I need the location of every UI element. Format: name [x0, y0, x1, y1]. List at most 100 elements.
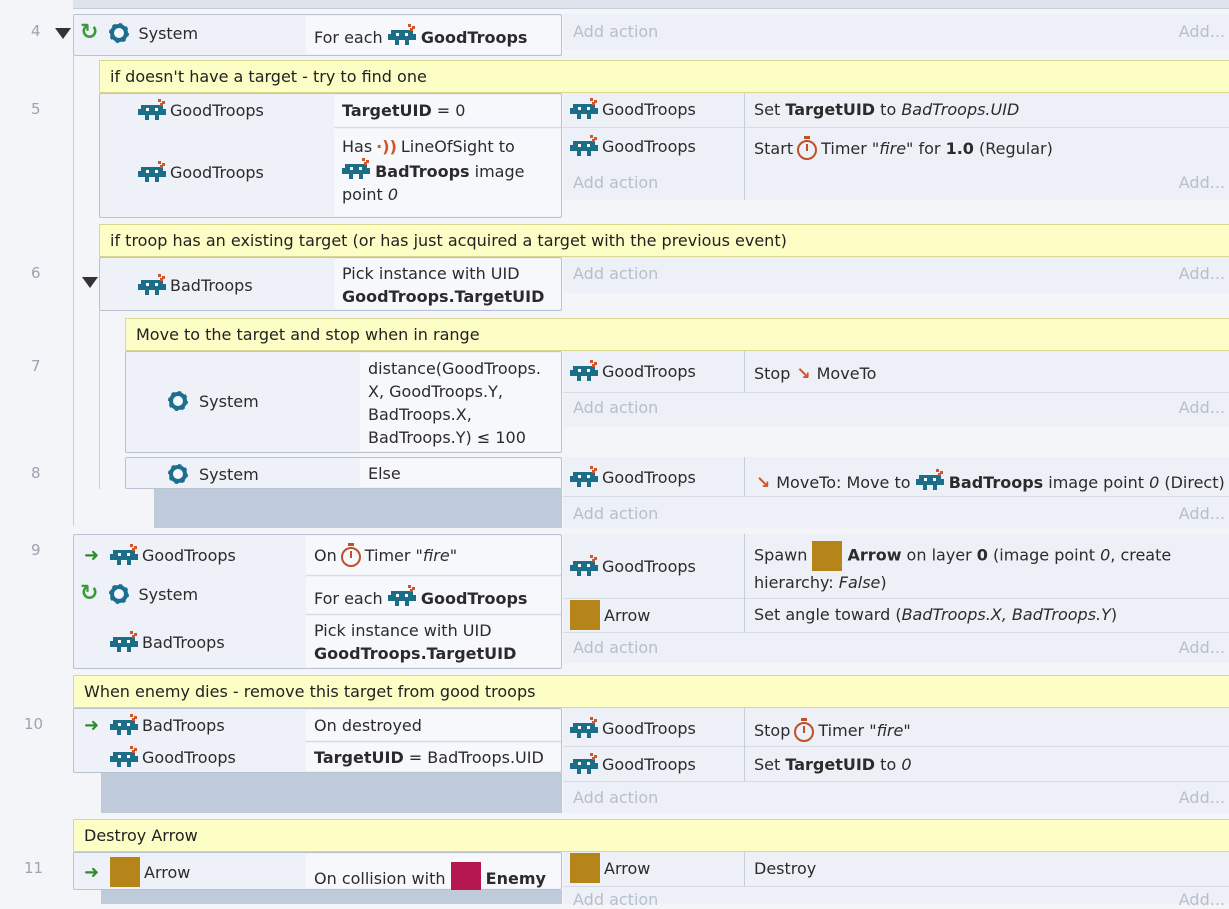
- system-label: System: [138, 23, 199, 43]
- action-text[interactable]: Stop ↘ MoveTo: [754, 363, 876, 385]
- condition-text[interactable]: TargetUID = 0: [334, 95, 561, 126]
- condition-text[interactable]: Pick instance with UID GoodTroops.TargetU…: [334, 259, 561, 309]
- condition-text[interactable]: For each GoodTroops: [306, 16, 561, 54]
- goodtroops-icon: [110, 746, 138, 767]
- badtroops-icon: [110, 714, 138, 735]
- add-action-link[interactable]: Add action: [573, 398, 658, 417]
- add-action-link[interactable]: Add action: [573, 22, 658, 41]
- divider: [306, 575, 561, 576]
- action-column-divider: [744, 457, 745, 496]
- action-object: GoodTroops: [570, 717, 696, 739]
- action-column-divider: [744, 93, 745, 200]
- comment[interactable]: Move to the target and stop when in rang…: [125, 318, 1229, 351]
- condition-text[interactable]: On destroyed: [306, 710, 561, 740]
- add-more-link[interactable]: Add...: [1179, 264, 1225, 283]
- timer-icon: [794, 717, 815, 742]
- comment[interactable]: if troop has an existing target (or has …: [99, 224, 1229, 257]
- condition-text[interactable]: Else: [360, 459, 561, 487]
- condition-text[interactable]: On collision with Enemy: [306, 854, 561, 892]
- action-object: GoodTroops: [570, 360, 696, 382]
- add-more-link[interactable]: Add...: [1179, 788, 1225, 807]
- divider: [306, 614, 561, 615]
- comment[interactable]: Destroy Arrow: [73, 819, 1229, 852]
- add-more-link[interactable]: Add...: [1179, 890, 1225, 909]
- add-more-link[interactable]: Add...: [1179, 22, 1225, 41]
- condition-object: BadTroops: [110, 631, 225, 653]
- add-more-link[interactable]: Add...: [1179, 638, 1225, 657]
- condition-text[interactable]: Has ·)) LineOfSight to BadTroops image poi…: [334, 129, 561, 216]
- moveto-icon: ↘: [756, 473, 771, 493]
- condition-text[interactable]: On Timer "fire": [306, 536, 561, 574]
- action-text[interactable]: Stop Timer "fire": [754, 717, 911, 742]
- comment[interactable]: if doesn't have a target - try to find o…: [99, 60, 1229, 93]
- badtroops-icon: [138, 274, 166, 295]
- condition-object: ↻ System: [80, 581, 199, 606]
- divider: [563, 127, 1229, 128]
- badtroops-icon: [915, 469, 944, 490]
- goodtroops-icon: [570, 98, 598, 119]
- action-column-divider: [744, 534, 745, 632]
- event-number: 6: [31, 264, 41, 282]
- condition-object: GoodTroops: [138, 161, 264, 183]
- collapse-toggle-icon[interactable]: [82, 277, 98, 288]
- action-text[interactable]: Set angle toward (BadTroops.X, BadTroops…: [754, 604, 1117, 626]
- trigger-arrow-icon: ➜: [84, 544, 100, 566]
- add-action-link[interactable]: Add action: [573, 173, 658, 192]
- action-object: GoodTroops: [570, 466, 696, 488]
- goodtroops-icon: [570, 717, 598, 738]
- divider: [563, 632, 1229, 633]
- add-action-link[interactable]: Add action: [573, 638, 658, 657]
- divider: [563, 781, 1229, 782]
- collapse-toggle-icon[interactable]: [55, 28, 71, 39]
- add-more-link[interactable]: Add...: [1179, 504, 1225, 523]
- action-object: Arrow: [570, 853, 650, 883]
- goodtroops-icon: [570, 555, 598, 576]
- event-number: 5: [31, 100, 41, 118]
- goodtroops-icon: [138, 99, 166, 120]
- condition-object: System: [167, 463, 259, 485]
- action-object: Arrow: [570, 600, 650, 630]
- action-object: GoodTroops: [570, 98, 696, 120]
- add-action-link[interactable]: Add action: [573, 264, 658, 283]
- event-number: 8: [31, 464, 41, 482]
- action-text[interactable]: Destroy: [754, 858, 816, 880]
- action-text[interactable]: Spawn Arrow on layer 0 (image point 0, c…: [754, 541, 1214, 594]
- goodtroops-icon: [570, 753, 598, 774]
- arrow-sprite-icon: [110, 857, 140, 887]
- condition-text[interactable]: distance(GoodTroops. X, GoodTroops.Y, BadT…: [360, 353, 561, 451]
- add-more-link[interactable]: Add...: [1179, 173, 1225, 192]
- comment[interactable]: When enemy dies - remove this target fro…: [73, 675, 1229, 708]
- gear-icon: [108, 22, 130, 44]
- action-text[interactable]: Set TargetUID to BadTroops.UID: [754, 99, 1019, 121]
- divider: [563, 392, 1229, 393]
- divider: [563, 886, 1229, 887]
- nesting-line: [99, 311, 100, 489]
- add-action-link[interactable]: Add action: [573, 788, 658, 807]
- empty-condition-area: [154, 489, 562, 528]
- timer-icon: [340, 542, 361, 567]
- action-text[interactable]: ↘ MoveTo: Move to BadTroops image point 0…: [756, 469, 1225, 494]
- trigger-object: ➜ BadTroops: [84, 714, 225, 736]
- add-more-link[interactable]: Add...: [1179, 398, 1225, 417]
- condition-text[interactable]: TargetUID = BadTroops.UID: [306, 743, 561, 771]
- goodtroops-icon: [570, 360, 598, 381]
- trigger-object: ➜ Arrow: [84, 857, 190, 887]
- action-text[interactable]: Set TargetUID to 0: [754, 754, 912, 776]
- gear-icon: [167, 390, 189, 412]
- condition-object: System: [167, 390, 259, 412]
- action-object: GoodTroops: [570, 753, 696, 775]
- action-column-divider: [744, 852, 745, 886]
- condition-text[interactable]: For each GoodTroops: [306, 577, 561, 613]
- goodtroops-icon: [110, 544, 138, 565]
- goodtroops-icon: [387, 585, 416, 606]
- arrow-sprite-icon: [570, 600, 600, 630]
- action-text[interactable]: Start Timer "fire" for 1.0 (Regular): [754, 135, 1053, 160]
- add-action-link[interactable]: Add action: [573, 890, 658, 909]
- condition-text[interactable]: Pick instance with UID GoodTroops.TargetU…: [306, 616, 561, 667]
- add-action-link[interactable]: Add action: [573, 504, 658, 523]
- gear-icon: [167, 463, 189, 485]
- event-number: 10: [24, 715, 44, 733]
- arrow-sprite-icon: [570, 853, 600, 883]
- goodtroops-icon: [570, 466, 598, 487]
- moveto-icon: ↘: [796, 364, 811, 384]
